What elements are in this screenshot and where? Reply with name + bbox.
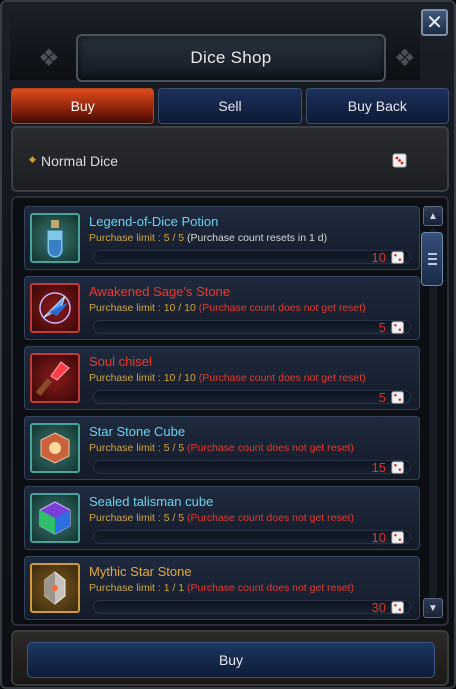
- grip-line: [427, 253, 437, 255]
- list-item[interactable]: Sealed talisman cube Purchase limit : 5 …: [24, 486, 420, 550]
- scrollbar-thumb[interactable]: [421, 232, 443, 286]
- cube-icon: [30, 423, 80, 473]
- window-title: Dice Shop: [76, 34, 386, 82]
- dice-icon: [391, 600, 406, 620]
- left-ornament-icon: ❖: [38, 45, 60, 72]
- grip-line: [427, 263, 437, 265]
- list-item[interactable]: Legend-of-Dice Potion Purchase limit : 5…: [24, 206, 420, 270]
- mythic-stone-icon: [30, 563, 80, 613]
- close-button[interactable]: ✕: [421, 9, 448, 36]
- limit-text: Purchase limit : 5 / 5: [89, 442, 185, 454]
- purchase-limit: Purchase limit : 5 / 5 (Purchase count d…: [89, 512, 354, 524]
- triangle-down-icon: ▼: [428, 602, 438, 614]
- limit-note: (Purchase count does not get reset): [187, 442, 354, 454]
- currency-panel: ◆ Normal Dice 0: [11, 126, 449, 192]
- limit-text: Purchase limit : 1 / 1: [89, 582, 185, 594]
- close-icon: ✕: [426, 12, 443, 34]
- header: ❖ ❖ Dice Shop: [10, 12, 420, 82]
- limit-text: Purchase limit : 10 / 10: [89, 372, 196, 384]
- price-bar: 5: [93, 390, 411, 405]
- list-item[interactable]: Star Stone Cube Purchase limit : 5 / 5 (…: [24, 416, 420, 480]
- dice-icon: [391, 390, 406, 410]
- limit-note: (Purchase count does not get reset): [198, 302, 366, 314]
- dice-icon: [391, 460, 406, 480]
- dice-icon: [391, 250, 406, 270]
- dice-icon: [392, 152, 409, 174]
- limit-text: Purchase limit : 5 / 5: [89, 232, 185, 244]
- limit-note: (Purchase count resets in 1 d): [187, 232, 328, 244]
- sage-stone-icon: [30, 283, 80, 333]
- price-bar: 15: [93, 460, 411, 475]
- limit-text: Purchase limit : 10 / 10: [89, 302, 196, 314]
- grip-line: [427, 258, 437, 260]
- tab-sell[interactable]: Sell: [158, 88, 302, 124]
- price: 30: [371, 600, 386, 615]
- buy-button[interactable]: Buy: [27, 642, 435, 678]
- footer: Buy: [11, 630, 449, 686]
- limit-text: Purchase limit : 5 / 5: [89, 512, 185, 524]
- list-item[interactable]: Soul chisel Purchase limit : 10 / 10 (Pu…: [24, 346, 420, 410]
- dice-shop-window: ❖ ❖ Dice Shop ✕ Buy Sell Buy Back ◆ Norm…: [0, 0, 456, 689]
- limit-note: (Purchase count does not get reset): [198, 372, 366, 384]
- purchase-limit: Purchase limit : 5 / 5 (Purchase count r…: [89, 232, 327, 244]
- item-name: Awakened Sage's Stone: [89, 284, 231, 299]
- purchase-limit: Purchase limit : 10 / 10 (Purchase count…: [89, 302, 366, 314]
- scroll-down-button[interactable]: ▼: [423, 598, 443, 618]
- limit-note: (Purchase count does not get reset): [187, 512, 354, 524]
- potion-icon: [30, 213, 80, 263]
- purchase-limit: Purchase limit : 1 / 1 (Purchase count d…: [89, 582, 354, 594]
- dice-icon: [391, 530, 406, 550]
- list-item[interactable]: Mythic Star Stone Purchase limit : 1 / 1…: [24, 556, 420, 620]
- limit-note: (Purchase count does not get reset): [187, 582, 354, 594]
- item-name: Soul chisel: [89, 354, 152, 369]
- price: 5: [378, 390, 386, 405]
- price-bar: 10: [93, 530, 411, 545]
- scroll-up-button[interactable]: ▲: [423, 206, 443, 226]
- price-bar: 5: [93, 320, 411, 335]
- item-name: Star Stone Cube: [89, 424, 186, 439]
- price: 10: [371, 250, 386, 265]
- purchase-limit: Purchase limit : 5 / 5 (Purchase count d…: [89, 442, 354, 454]
- price-bar: 10: [93, 250, 411, 265]
- price-bar: 30: [93, 600, 411, 615]
- triangle-up-icon: ▲: [428, 210, 438, 222]
- chisel-icon: [30, 353, 80, 403]
- right-ornament-icon: ❖: [394, 45, 416, 72]
- tab-buy-back[interactable]: Buy Back: [305, 88, 449, 124]
- price: 15: [371, 460, 386, 475]
- list-item[interactable]: Awakened Sage's Stone Purchase limit : 1…: [24, 276, 420, 340]
- tab-bar: Buy Sell Buy Back: [11, 88, 449, 124]
- item-name: Sealed talisman cube: [89, 494, 214, 509]
- item-list: Legend-of-Dice Potion Purchase limit : 5…: [11, 196, 449, 626]
- price: 5: [378, 320, 386, 335]
- purchase-limit: Purchase limit : 10 / 10 (Purchase count…: [89, 372, 366, 384]
- item-name: Legend-of-Dice Potion: [89, 214, 219, 229]
- bullet-icon: ◆: [29, 154, 36, 164]
- item-name: Mythic Star Stone: [89, 564, 192, 579]
- currency-name: Normal Dice: [41, 153, 119, 169]
- talisman-cube-icon: [30, 493, 80, 543]
- dice-icon: [391, 320, 406, 340]
- tab-buy[interactable]: Buy: [11, 88, 155, 124]
- price: 10: [371, 530, 386, 545]
